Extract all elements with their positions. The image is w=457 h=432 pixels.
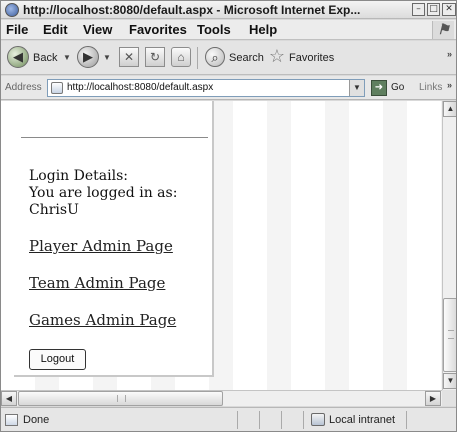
window-title: http://localhost:8080/default.aspx - Mic… (23, 3, 361, 17)
login-details-label: Login Details: (29, 168, 128, 184)
scroll-up-icon[interactable]: ▲ (443, 101, 456, 117)
address-input[interactable]: http://localhost:8080/default.aspx ▼ (47, 79, 365, 97)
team-admin-link[interactable]: Team Admin Page (29, 274, 165, 292)
status-bar: Done Local intranet (1, 407, 456, 431)
menu-tools[interactable]: Tools (197, 22, 231, 37)
go-button[interactable]: Go (391, 82, 404, 93)
search-icon[interactable]: ⌕ (205, 47, 225, 67)
menu-help[interactable]: Help (249, 22, 277, 37)
favorites-button-label[interactable]: Favorites (289, 52, 334, 64)
ie-page-icon (5, 3, 19, 17)
status-separator (303, 411, 304, 429)
status-separator (281, 411, 282, 429)
page-content: Login Details: You are logged in as: Chr… (1, 101, 442, 390)
username: ChrisU (29, 202, 79, 218)
scroll-left-icon[interactable]: ◀ (1, 391, 17, 406)
menu-edit[interactable]: Edit (43, 22, 68, 37)
stop-icon[interactable]: ✕ (119, 47, 139, 67)
scrollbar-corner (442, 390, 456, 406)
forward-arrow-icon[interactable]: ▶ (77, 46, 99, 68)
menu-file[interactable]: File (6, 22, 28, 37)
toolbar: ◀ Back ▼ ▶ ▼ ✕ ↻ ⌂ ⌕ Search ☆ Favorites … (1, 41, 456, 75)
refresh-icon[interactable]: ↻ (145, 47, 165, 67)
scroll-right-icon[interactable]: ▶ (425, 391, 441, 406)
scroll-down-icon[interactable]: ▼ (443, 373, 456, 389)
maximize-button[interactable]: □ (427, 3, 440, 16)
vertical-scroll-thumb[interactable] (443, 298, 456, 372)
status-separator (259, 411, 260, 429)
minimize-button[interactable]: – (412, 3, 425, 16)
links-button[interactable]: Links (419, 82, 442, 93)
status-text: Done (23, 414, 50, 426)
forward-dropdown-icon[interactable]: ▼ (103, 53, 111, 62)
status-separator (237, 411, 238, 429)
back-button-label[interactable]: Back (33, 52, 57, 64)
menu-bar: File Edit View Favorites Tools Help ⚑ (1, 20, 456, 40)
favorites-star-icon[interactable]: ☆ (267, 47, 287, 67)
close-button[interactable]: ✕ (442, 3, 456, 16)
player-admin-link[interactable]: Player Admin Page (29, 237, 173, 255)
menu-view[interactable]: View (83, 22, 112, 37)
page-status-icon (5, 414, 18, 426)
address-bar: Address http://localhost:8080/default.as… (1, 76, 456, 100)
horizontal-scroll-thumb[interactable] (18, 391, 223, 406)
links-overflow-icon[interactable]: » (447, 80, 452, 90)
home-icon[interactable]: ⌂ (171, 47, 191, 67)
status-separator (406, 411, 407, 429)
logout-button[interactable]: Logout (29, 349, 86, 370)
vertical-scrollbar[interactable]: ▲ ▼ (442, 101, 456, 390)
grip-icon (117, 395, 126, 402)
horizontal-scrollbar[interactable]: ◀ ▶ (1, 390, 442, 406)
back-dropdown-icon[interactable]: ▼ (63, 53, 71, 62)
go-arrow-icon[interactable]: ➜ (371, 80, 387, 96)
browser-window: http://localhost:8080/default.aspx - Mic… (0, 0, 457, 432)
back-arrow-icon[interactable]: ◀ (7, 46, 29, 68)
login-details: Login Details: You are logged in as: Chr… (29, 168, 177, 219)
intranet-zone-icon (311, 413, 325, 426)
address-label: Address (5, 82, 42, 93)
address-url[interactable]: http://localhost:8080/default.aspx (67, 82, 213, 93)
title-bar: http://localhost:8080/default.aspx - Mic… (1, 1, 456, 19)
logged-in-as-label: You are logged in as: (29, 185, 178, 201)
address-dropdown-icon[interactable]: ▼ (349, 80, 364, 96)
search-button-label[interactable]: Search (229, 52, 264, 64)
toolbar-overflow-icon[interactable]: » (447, 49, 452, 59)
windows-flag-icon: ⚑ (432, 21, 454, 39)
divider (21, 137, 208, 138)
grip-icon (448, 330, 454, 339)
games-admin-link[interactable]: Games Admin Page (29, 311, 176, 329)
security-zone: Local intranet (329, 414, 396, 426)
menu-favorites[interactable]: Favorites (129, 22, 187, 37)
toolbar-separator (197, 47, 198, 69)
page-icon (51, 82, 63, 94)
login-panel: Login Details: You are logged in as: Chr… (14, 101, 214, 377)
